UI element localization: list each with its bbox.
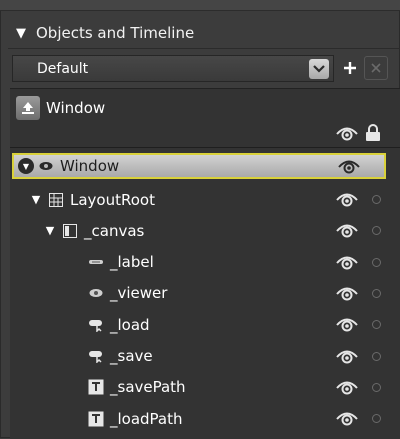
expand-icon[interactable]: ▼ — [18, 158, 34, 174]
tree-item-viewer[interactable]: _viewer — [10, 278, 400, 309]
eye-icon[interactable] — [336, 348, 358, 368]
divider — [10, 147, 400, 148]
add-storyboard-button[interactable] — [339, 56, 361, 80]
close-icon — [371, 63, 381, 73]
tree-item-label: _savePath — [110, 378, 186, 397]
scope-label: Window — [46, 99, 106, 117]
tree-item-label: _loadPath — [110, 409, 183, 428]
lock-toggle-icon[interactable] — [372, 195, 381, 204]
eye-icon[interactable] — [336, 285, 358, 305]
tree-item-label: _viewer — [110, 284, 168, 303]
divider — [8, 48, 400, 49]
scope-up-icon[interactable] — [16, 96, 40, 120]
grid-icon — [48, 192, 64, 208]
tree-item-layoutroot[interactable]: ▼ LayoutRoot — [10, 184, 400, 215]
lock-icon[interactable] — [364, 124, 382, 146]
tree-item-label: _load — [110, 315, 150, 334]
lock-toggle-icon[interactable] — [372, 414, 381, 424]
canvas-icon — [62, 223, 78, 239]
label-icon — [88, 254, 104, 270]
lock-toggle-icon[interactable] — [372, 257, 381, 267]
tree-item-label: _save — [110, 347, 153, 365]
storyboard-selected-value: Default — [37, 60, 89, 77]
tree-item-window[interactable]: ▼ Window — [12, 153, 386, 179]
eye-icon[interactable] — [336, 191, 358, 211]
lock-toggle-icon[interactable] — [372, 382, 381, 392]
storyboard-dropdown[interactable]: Default — [12, 55, 334, 82]
eye-icon[interactable] — [336, 222, 358, 242]
eye-icon[interactable] — [336, 410, 358, 430]
collapse-triangle-icon[interactable]: ▼ — [16, 26, 30, 41]
eye-icon[interactable] — [336, 316, 358, 336]
chevron-down-icon[interactable] — [309, 58, 329, 79]
panel-title: Objects and Timeline — [36, 24, 195, 42]
tree-item-label: _label — [110, 253, 154, 272]
textbox-icon — [88, 379, 104, 395]
tree-item-label: LayoutRoot — [70, 190, 155, 209]
scope-row: Window — [16, 94, 105, 122]
panel-top-strip — [0, 0, 400, 11]
expand-icon[interactable]: ▼ — [30, 193, 42, 206]
button-icon — [88, 348, 104, 364]
eye-icon[interactable] — [338, 158, 360, 178]
tree-item-loadpath[interactable]: _loadPath — [10, 403, 400, 434]
tree-item-label: _canvas — [84, 221, 145, 240]
viewer-icon — [88, 285, 104, 301]
eye-icon[interactable] — [336, 379, 358, 399]
tree-item-canvas[interactable]: ▼ _canvas — [10, 215, 400, 246]
tree-item-save[interactable]: _save — [10, 341, 400, 372]
tree-item-savepath[interactable]: _savePath — [10, 372, 400, 403]
eye-icon — [38, 158, 54, 174]
plus-icon — [344, 62, 356, 74]
lock-toggle-icon[interactable] — [372, 320, 381, 330]
lock-toggle-icon[interactable] — [372, 351, 381, 361]
delete-storyboard-button[interactable] — [364, 56, 388, 80]
lock-toggle-icon[interactable] — [372, 226, 381, 236]
tree-item-label: Window — [60, 157, 120, 175]
button-icon — [88, 317, 104, 333]
tree-item-load[interactable]: _load — [10, 309, 400, 340]
eye-icon[interactable] — [336, 254, 358, 274]
lock-toggle-icon[interactable] — [372, 288, 381, 298]
panel-header[interactable]: ▼ Objects and Timeline — [16, 18, 400, 48]
expand-icon[interactable]: ▼ — [44, 224, 56, 237]
tree-item-label[interactable]: _label — [10, 247, 400, 278]
eye-icon[interactable] — [336, 125, 358, 145]
textbox-icon — [88, 411, 104, 427]
